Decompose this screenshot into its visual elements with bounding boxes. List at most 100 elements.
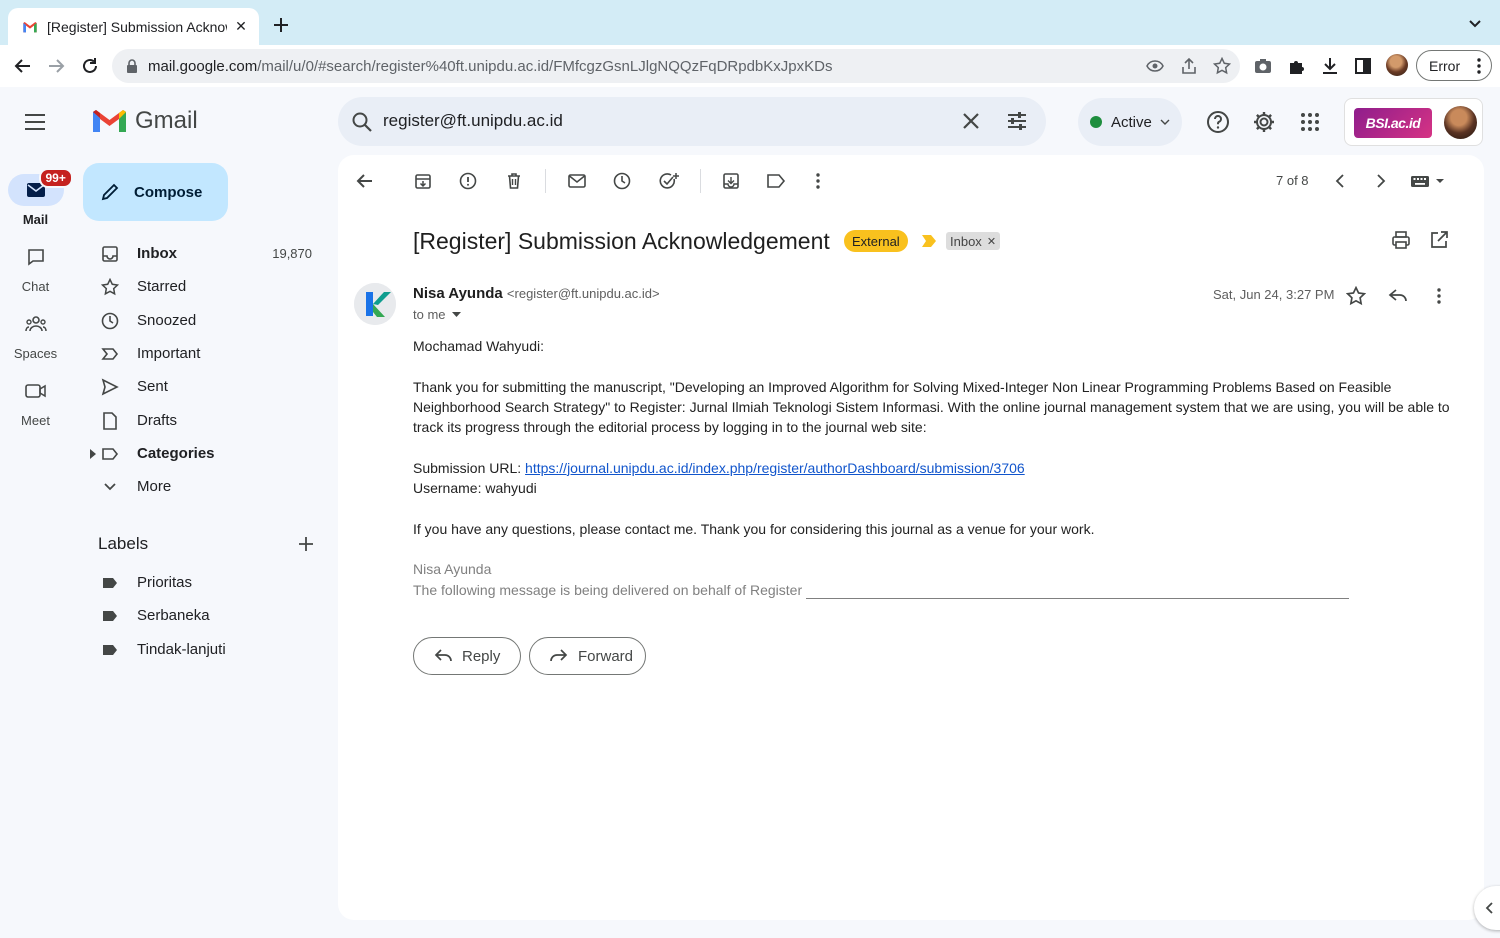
forward-arrow-icon[interactable] <box>45 55 67 77</box>
back-to-search-arrow-icon[interactable] <box>354 170 376 192</box>
sidebar-item-label: More <box>137 478 172 495</box>
add-label-plus-icon[interactable] <box>297 535 315 553</box>
recipient-details[interactable]: to me <box>413 307 461 322</box>
download-icon[interactable] <box>1319 55 1341 77</box>
compose-button[interactable]: Compose <box>83 163 228 221</box>
newer-chevron-left-icon[interactable] <box>1329 170 1351 192</box>
eye-slash-icon[interactable] <box>1146 57 1164 75</box>
rail-label-chat: Chat <box>21 279 50 294</box>
message-more-options-icon[interactable] <box>1428 285 1450 307</box>
sidebar-item-snoozed[interactable]: Snoozed <box>80 305 336 337</box>
tab-list-chevron-icon[interactable] <box>1468 16 1482 30</box>
toolbar-divider <box>700 169 701 193</box>
forward-button[interactable]: Forward <box>529 637 646 675</box>
gmail-m-icon <box>93 109 126 134</box>
important-marker-icon[interactable] <box>922 235 936 247</box>
sidebar-item-categories[interactable]: Categories <box>80 438 336 470</box>
rail-item-chat[interactable]: Chat <box>0 241 71 294</box>
more-options-icon[interactable] <box>807 170 829 192</box>
username-line: Username: wahyudi <box>413 480 537 497</box>
sidebar-item-important[interactable]: Important <box>80 338 336 370</box>
input-tools-keyboard-icon[interactable] <box>1410 170 1446 192</box>
compose-label: Compose <box>134 183 203 201</box>
error-label: Error <box>1429 57 1461 74</box>
back-arrow-icon[interactable] <box>12 55 34 77</box>
organization-logo: BSI.ac.id <box>1354 108 1432 138</box>
submission-link[interactable]: https://journal.unipdu.ac.id/index.php/r… <box>525 460 1025 476</box>
rail-item-meet[interactable]: Meet <box>0 375 71 428</box>
search-bar[interactable]: register@ft.unipdu.ac.id <box>338 97 1046 146</box>
move-to-icon[interactable] <box>720 170 742 192</box>
browser-error-button[interactable]: Error <box>1416 50 1492 81</box>
reload-icon[interactable] <box>79 55 101 77</box>
search-options-icon[interactable] <box>1006 110 1028 132</box>
reply-icon <box>434 649 462 663</box>
rail-mail-icon-wrap: 99+ <box>7 168 73 206</box>
new-tab-plus-icon[interactable] <box>270 14 292 36</box>
sidebar-item-more[interactable]: More <box>80 471 336 503</box>
sidebar-item-starred[interactable]: Starred <box>80 271 336 303</box>
report-spam-icon[interactable] <box>457 170 479 192</box>
mark-unread-icon[interactable] <box>566 170 588 192</box>
account-avatar[interactable] <box>1444 106 1477 139</box>
gmail-logo[interactable]: Gmail <box>93 107 198 135</box>
bookmark-star-icon[interactable] <box>1213 57 1231 75</box>
draft-icon <box>101 412 119 430</box>
spaces-icon <box>24 315 47 333</box>
sidebar-item-inbox[interactable]: Inbox 19,870 <box>80 238 336 270</box>
delete-trash-icon[interactable] <box>503 170 525 192</box>
sender-line[interactable]: Nisa Ayunda <register@ft.unipdu.ac.id> <box>413 285 660 302</box>
pagination-count: 7 of 8 <box>1276 173 1309 188</box>
tab-close-icon[interactable]: ✕ <box>233 18 249 35</box>
status-dot-icon <box>1090 116 1102 128</box>
remove-label-close-icon[interactable]: ✕ <box>987 235 996 248</box>
browser-toolbar: mail.google.com/mail/u/0/#search/registe… <box>0 45 1500 87</box>
reply-button[interactable]: Reply <box>413 637 521 675</box>
extensions-puzzle-icon[interactable] <box>1286 55 1308 77</box>
labels-icon[interactable] <box>765 170 787 192</box>
archive-icon[interactable] <box>412 170 434 192</box>
status-active-button[interactable]: Active <box>1078 98 1182 146</box>
sidebar-item-sent[interactable]: Sent <box>80 371 336 403</box>
pencil-icon <box>100 182 134 202</box>
settings-gear-icon[interactable] <box>1251 109 1277 135</box>
camera-extension-icon[interactable] <box>1252 55 1274 77</box>
sender-avatar[interactable] <box>354 283 396 325</box>
rail-item-mail[interactable]: 99+ Mail <box>0 168 73 227</box>
star-message-icon[interactable] <box>1345 285 1367 307</box>
sender-email: <register@ft.unipdu.ac.id> <box>506 286 660 301</box>
sidebar-label-prioritas[interactable]: Prioritas <box>80 567 336 599</box>
sidebar-label-serbaneka[interactable]: Serbaneka <box>80 600 336 632</box>
open-in-new-window-icon[interactable] <box>1429 230 1449 250</box>
side-panel-icon[interactable] <box>1352 55 1374 77</box>
account-switcher[interactable]: BSI.ac.id <box>1344 98 1483 146</box>
help-icon[interactable] <box>1205 109 1231 135</box>
browser-profile-avatar[interactable] <box>1386 54 1408 76</box>
print-icon[interactable] <box>1391 230 1411 250</box>
lock-icon[interactable] <box>126 59 138 73</box>
browser-tab[interactable]: [Register] Submission Acknowledgement ✕ <box>8 8 259 45</box>
search-icon[interactable] <box>351 111 373 133</box>
search-input[interactable]: register@ft.unipdu.ac.id <box>383 111 563 131</box>
add-to-tasks-icon[interactable] <box>658 170 680 192</box>
rail-item-spaces[interactable]: Spaces <box>0 308 71 361</box>
clear-search-icon[interactable] <box>961 111 981 131</box>
inbox-chip-label: Inbox <box>950 233 982 249</box>
inbox-label-chip[interactable]: Inbox ✕ <box>946 232 1001 250</box>
main-menu-icon[interactable] <box>23 113 47 131</box>
sidebar-label-tindak-lanjuti[interactable]: Tindak-lanjuti <box>80 634 336 666</box>
forward-icon <box>550 649 578 663</box>
reply-arrow-icon[interactable] <box>1387 285 1409 307</box>
meet-icon <box>24 383 47 399</box>
label-tag-icon <box>101 574 119 592</box>
older-chevron-right-icon[interactable] <box>1370 170 1392 192</box>
address-bar[interactable]: mail.google.com/mail/u/0/#search/registe… <box>112 49 1240 83</box>
apps-grid-icon[interactable] <box>1297 109 1323 135</box>
snooze-clock-icon[interactable] <box>611 170 633 192</box>
share-icon[interactable] <box>1180 57 1198 75</box>
show-details-caret-icon[interactable] <box>446 312 461 317</box>
sidebar-item-drafts[interactable]: Drafts <box>80 405 336 437</box>
status-label: Active <box>1111 113 1152 131</box>
expand-caret-icon[interactable] <box>90 449 96 459</box>
label-tag-icon <box>101 641 119 659</box>
